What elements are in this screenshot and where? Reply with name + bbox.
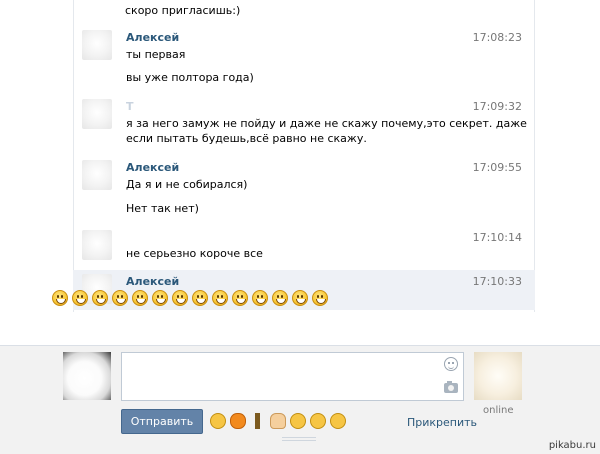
grinning-smiley-icon — [132, 290, 148, 306]
attach-link[interactable]: Прикрепить — [407, 416, 477, 429]
grinning-smiley-icon — [192, 290, 208, 306]
avatar[interactable] — [82, 99, 112, 129]
message-text: вы уже полтора года) — [126, 71, 254, 84]
grinning-smiley-icon — [272, 290, 288, 306]
grinning-smiley-icon — [292, 290, 308, 306]
message-author[interactable]: Алексей — [126, 275, 179, 288]
message-time: 17:10:33 — [472, 275, 522, 288]
message-text: ты первая — [126, 48, 186, 61]
message-text: если пытать будешь,всё равно не скажу. — [126, 132, 367, 145]
watermark: pikabu.ru — [548, 440, 596, 451]
message-group: Т 17:09:32 я за него замуж не пойду и да… — [73, 97, 535, 149]
emoji-bar — [210, 413, 346, 429]
raised-hand-icon[interactable] — [270, 413, 286, 429]
message-author[interactable]: Т — [126, 100, 134, 113]
message-group: 17:10:14 не серьезно короче все — [73, 228, 535, 266]
avatar[interactable] — [82, 30, 112, 60]
grinning-smiley-icon — [152, 290, 168, 306]
avatar[interactable] — [82, 230, 112, 260]
avatar[interactable] — [82, 160, 112, 190]
smile-picker-icon[interactable] — [444, 357, 458, 371]
grinning-smiley-icon — [252, 290, 268, 306]
grinning-smiley-icon — [52, 290, 68, 306]
message-text: Да я и не собирался) — [126, 178, 248, 191]
send-button[interactable]: Отправить — [121, 409, 203, 434]
crying-face-icon[interactable] — [310, 413, 326, 429]
message-input[interactable] — [121, 352, 464, 401]
message-author[interactable]: Алексей — [126, 161, 179, 174]
angry-face-icon[interactable] — [210, 413, 226, 429]
contact-avatar[interactable] — [474, 352, 522, 400]
resize-grip[interactable] — [282, 437, 316, 441]
message-text: я за него замуж не пойду и даже не скажу… — [126, 117, 527, 130]
message-time: 17:09:32 — [472, 100, 522, 113]
kissing-face-icon[interactable] — [330, 413, 346, 429]
message-time: 17:09:55 — [472, 161, 522, 174]
grinning-face-icon[interactable] — [290, 413, 306, 429]
grinning-smiley-icon — [172, 290, 188, 306]
smiley-row — [52, 290, 328, 306]
pumpkin-icon[interactable] — [230, 413, 246, 429]
my-avatar[interactable] — [63, 352, 111, 400]
message-text: Нет так нет) — [126, 202, 199, 215]
message-author[interactable]: Алексей — [126, 31, 179, 44]
message-group: Алексей 17:08:23 ты первая вы уже полтор… — [73, 28, 535, 90]
camera-icon[interactable] — [444, 381, 458, 393]
previous-message-line: скоро пригласишь:) — [125, 4, 241, 17]
online-status: online — [483, 405, 514, 416]
grinning-smiley-icon — [72, 290, 88, 306]
message-time: 17:10:14 — [472, 231, 522, 244]
bottle-icon[interactable] — [250, 413, 266, 429]
message-time: 17:08:23 — [472, 31, 522, 44]
grinning-smiley-icon — [232, 290, 248, 306]
grinning-smiley-icon — [212, 290, 228, 306]
grinning-smiley-icon — [112, 290, 128, 306]
grinning-smiley-icon — [92, 290, 108, 306]
message-text: не серьезно короче все — [126, 247, 263, 260]
grinning-smiley-icon — [312, 290, 328, 306]
message-group: Алексей 17:09:55 Да я и не собирался) Не… — [73, 158, 535, 220]
